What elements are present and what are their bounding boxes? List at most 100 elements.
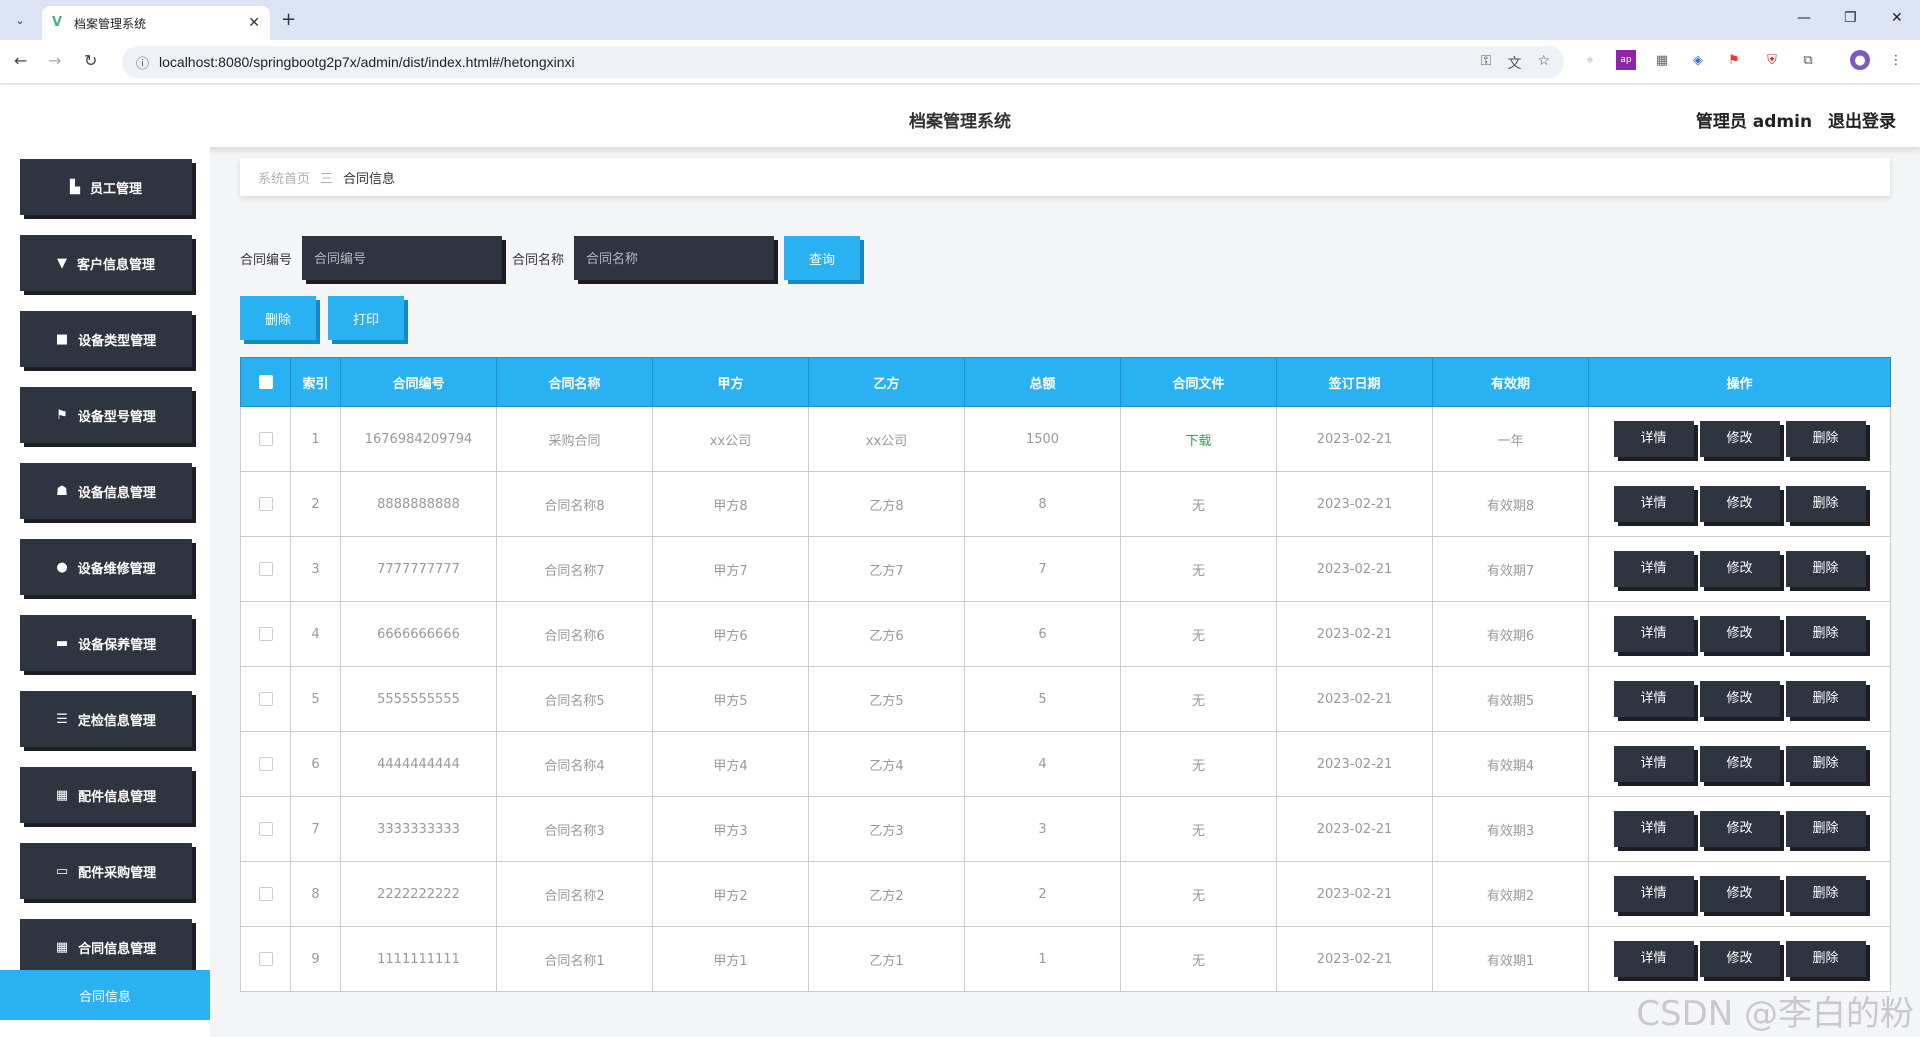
batch-delete-button[interactable]: 删除 — [240, 296, 316, 340]
extension-ap-icon[interactable]: ap — [1616, 50, 1636, 70]
detail-button[interactable]: 详情 — [1613, 421, 1694, 457]
sidebar-item-device-model[interactable]: ⚑ 设备型号管理 — [20, 387, 192, 443]
sidebar-item-device-repair[interactable]: ● 设备维修管理 — [20, 539, 192, 595]
extensions-puzzle-icon[interactable]: ⧉ — [1798, 50, 1818, 70]
row-checkbox[interactable] — [258, 497, 273, 511]
print-button[interactable]: 打印 — [328, 296, 404, 340]
cell-text: 甲方6 — [713, 628, 748, 644]
sidebar-item-employee[interactable]: ▙ 员工管理 — [20, 159, 192, 215]
translate-icon[interactable]: 文 — [1507, 53, 1521, 73]
column-header: 操作 — [1588, 357, 1891, 407]
minimize-icon[interactable]: — — [1797, 10, 1811, 26]
edit-button[interactable]: 修改 — [1699, 616, 1780, 652]
row-actions-cell: 详情 修改 删除 — [1588, 601, 1891, 667]
delete-button[interactable]: 删除 — [1785, 746, 1866, 782]
row-checkbox[interactable] — [258, 627, 273, 641]
delete-button[interactable]: 删除 — [1785, 681, 1866, 717]
download-link[interactable]: 下载 — [1185, 434, 1211, 449]
cell-text: 6 — [311, 756, 320, 772]
close-window-icon[interactable]: ✕ — [1891, 10, 1903, 26]
sidebar-item-parts-info[interactable]: ▦ 配件信息管理 — [20, 767, 192, 823]
contract-name-input[interactable] — [574, 236, 775, 280]
forward-icon[interactable]: → — [48, 51, 61, 70]
delete-button[interactable]: 删除 — [1785, 941, 1866, 977]
sidebar-subitem-contract-info[interactable]: 合同信息 — [0, 970, 210, 1020]
breadcrumb-home[interactable]: 系统首页 — [258, 168, 310, 187]
sidebar-item-customer[interactable]: ▼ 客户信息管理 — [20, 235, 192, 291]
edit-button[interactable]: 修改 — [1699, 486, 1780, 522]
url-field[interactable]: ⓘ localhost:8080/springbootg2p7x/admin/d… — [122, 46, 1564, 78]
column-header: 合同名称 — [496, 357, 653, 407]
sidebar-item-device-maintenance[interactable]: ▬ 设备保养管理 — [20, 615, 192, 671]
extension-tab-icon[interactable]: ▦ — [1652, 50, 1672, 70]
table-row: 8 2222222222 合同名称2 甲方2 乙方2 2 无 2023-02-21 有效期2 详情… — [240, 861, 1891, 927]
delete-button[interactable]: 删除 — [1785, 421, 1866, 457]
table-row: 9 1111111111 合同名称1 甲方1 乙方1 1 无 2023-02-21 有效期1 详情… — [240, 926, 1891, 992]
delete-button[interactable]: 删除 — [1785, 486, 1866, 522]
browser-menu-icon[interactable]: ⋮ — [1886, 50, 1906, 70]
bookmark-star-icon[interactable]: ☆ — [1537, 53, 1550, 73]
table-cell: 1 — [290, 406, 341, 472]
row-checkbox[interactable] — [258, 562, 273, 576]
key-icon[interactable]: ⚿ — [1481, 53, 1492, 73]
close-tab-icon[interactable]: ✕ — [248, 15, 260, 31]
edit-button[interactable]: 修改 — [1699, 811, 1780, 847]
reload-icon[interactable]: ↻ — [84, 51, 97, 70]
edit-button[interactable]: 修改 — [1699, 746, 1780, 782]
edit-button[interactable]: 修改 — [1699, 876, 1780, 912]
extension-person-icon[interactable]: ⚑ — [1724, 50, 1744, 70]
detail-button[interactable]: 详情 — [1613, 681, 1694, 717]
row-checkbox[interactable] — [258, 887, 273, 901]
row-select-cell — [240, 796, 291, 862]
select-all-checkbox[interactable] — [258, 375, 273, 389]
logout-button[interactable]: 退出登录 — [1828, 112, 1896, 132]
profile-avatar-icon[interactable]: ● — [1850, 50, 1870, 70]
extension-cursor-icon[interactable]: ⌖ — [1580, 50, 1600, 70]
row-checkbox[interactable] — [258, 432, 273, 446]
delete-button[interactable]: 删除 — [1785, 551, 1866, 587]
sidebar-item-device-info[interactable]: ☗ 设备信息管理 — [20, 463, 192, 519]
row-checkbox[interactable] — [258, 757, 273, 771]
query-button[interactable]: 查询 — [784, 236, 861, 280]
row-checkbox[interactable] — [258, 822, 273, 836]
new-tab-icon[interactable]: + — [281, 9, 296, 30]
detail-button[interactable]: 详情 — [1613, 876, 1694, 912]
contract-no-input[interactable] — [302, 236, 503, 280]
sidebar-item-contract[interactable]: ▦ 合同信息管理 — [20, 919, 192, 975]
detail-button[interactable]: 详情 — [1613, 746, 1694, 782]
row-actions-cell: 详情 修改 删除 — [1588, 861, 1891, 927]
delete-button[interactable]: 删除 — [1785, 811, 1866, 847]
back-icon[interactable]: ← — [14, 51, 27, 70]
detail-button[interactable]: 详情 — [1613, 551, 1694, 587]
row-actions-cell: 详情 修改 删除 — [1588, 536, 1891, 602]
table-cell: 有效期8 — [1432, 471, 1589, 537]
detail-button[interactable]: 详情 — [1613, 811, 1694, 847]
detail-button[interactable]: 详情 — [1613, 616, 1694, 652]
site-info-icon[interactable]: ⓘ — [136, 53, 149, 72]
delete-button[interactable]: 删除 — [1785, 616, 1866, 652]
tab-search-dropdown-icon[interactable]: ⌄ — [8, 8, 32, 32]
delete-button[interactable]: 删除 — [1785, 876, 1866, 912]
cell-text: 4 — [311, 626, 320, 642]
edit-button[interactable]: 修改 — [1699, 681, 1780, 717]
row-actions-cell: 详情 修改 删除 — [1588, 406, 1891, 472]
cell-text: 乙方7 — [869, 563, 904, 579]
edit-button[interactable]: 修改 — [1699, 941, 1780, 977]
restore-icon[interactable]: ❐ — [1844, 10, 1857, 26]
table-cell: xx公司 — [652, 406, 809, 472]
row-checkbox[interactable] — [258, 952, 273, 966]
detail-button[interactable]: 详情 — [1613, 941, 1694, 977]
row-checkbox[interactable] — [258, 692, 273, 706]
cell-text: 无 — [1191, 628, 1205, 644]
sidebar-item-parts-purchase[interactable]: ▭ 配件采购管理 — [20, 843, 192, 899]
extension-shield-icon[interactable]: ⛨ — [1762, 50, 1782, 70]
table-row: 6 4444444444 合同名称4 甲方4 乙方4 4 无 2023-02-21 有效期4 详情… — [240, 731, 1891, 797]
browser-tab[interactable]: V 档案管理系统 ✕ — [42, 6, 270, 40]
sidebar-item-label: 合同信息管理 — [78, 941, 157, 957]
sidebar-item-device-type[interactable]: ■ 设备类型管理 — [20, 311, 192, 367]
edit-button[interactable]: 修改 — [1699, 551, 1780, 587]
extension-layer-icon[interactable]: ◈ — [1688, 50, 1708, 70]
detail-button[interactable]: 详情 — [1613, 486, 1694, 522]
sidebar-item-inspection[interactable]: ☰ 定检信息管理 — [20, 691, 192, 747]
edit-button[interactable]: 修改 — [1699, 421, 1780, 457]
